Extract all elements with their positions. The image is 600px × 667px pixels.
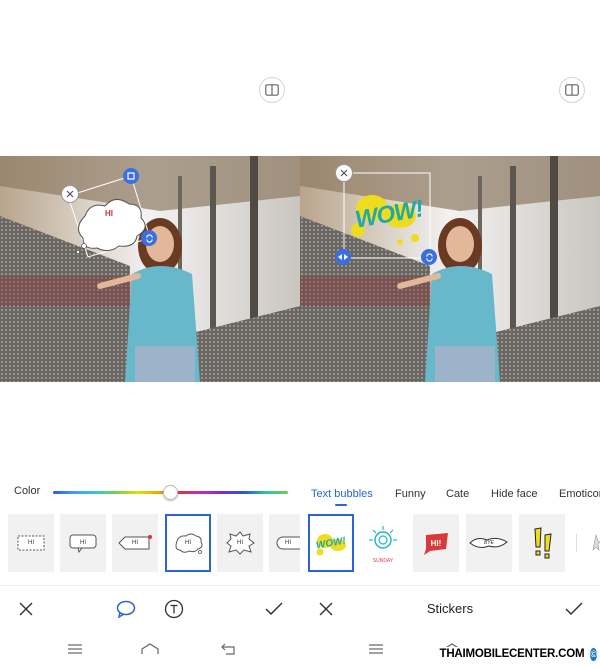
screens: HI Color HI HI HI HI HI HI WOW! Text bub… [0,0,600,667]
sticker-thumb-selected[interactable]: WOW! [308,514,354,572]
compare-button[interactable] [259,77,285,103]
flip-handle[interactable] [335,249,351,265]
bubble-style-thumb[interactable]: HI [269,514,300,572]
bubble-editor-toolbar [0,585,300,631]
menu-button[interactable] [65,639,85,659]
check-icon [565,602,583,616]
close-icon [66,190,74,198]
rotate-icon [145,233,153,243]
tab-cate[interactable]: Cate [446,488,469,500]
square-icon [127,172,135,180]
watermark-text: THAIMOBILECENTER.COM [436,647,588,661]
check-icon [265,602,283,616]
bubble-thumb-label: HI [132,540,138,546]
sticker-thumb-label: SUNDAY [372,558,394,564]
rotate-handle[interactable] [421,249,437,265]
sticker-thumb-label: BYE [483,540,494,546]
bubble-thumb-label: HI [80,540,86,546]
bubble-style-thumb-selected[interactable]: HI [165,514,211,572]
home-button[interactable] [140,639,160,659]
sticker-thumb-label: HI! [430,538,442,548]
menu-icon [369,644,383,654]
bubble-style-thumb[interactable]: HI [8,514,54,572]
tab-hide-face[interactable]: Hide face [491,488,537,500]
tab-emoticon[interactable]: Emoticon [559,488,600,500]
copyright-icon: © [590,647,597,661]
photo-canvas[interactable]: HI [0,156,300,382]
bubble-thumb-label: HI [28,540,34,546]
close-icon [340,169,348,177]
color-label: Color [14,485,41,497]
sticker-thumb[interactable]: SUNDAY [360,514,406,572]
stickers-editor-screen: WOW! Text bubbles Funny Cate Hide face E… [300,0,600,667]
sticker-thumb-label: !! [542,543,543,544]
color-picker-row: Color [0,482,300,504]
star-sticker-icon [592,533,600,551]
bubble-text[interactable]: HI [105,209,113,218]
watermark: THAIMOBILECENTER.COM © [436,642,600,666]
style-handle[interactable] [123,168,139,184]
list-divider [576,534,577,552]
confirm-button[interactable] [263,598,285,620]
confirm-button[interactable] [563,598,585,620]
sun-sticker-icon [369,526,397,549]
menu-button[interactable] [366,639,386,659]
stickers-toolbar: Stickers [300,585,600,631]
sticker-thumb[interactable]: HI! [413,514,459,572]
rotate-icon [425,252,433,262]
tab-text-bubbles[interactable]: Text bubbles [311,488,373,500]
active-tab-indicator [335,504,347,506]
back-button[interactable] [219,639,239,659]
color-slider-knob[interactable] [163,485,178,500]
rotate-handle[interactable] [141,230,157,246]
text-mode-button[interactable] [163,598,185,620]
flip-icon [338,254,348,260]
close-icon [19,602,33,616]
stickers-title: Stickers [426,601,474,616]
delete-handle[interactable] [335,164,353,182]
sticker-selection-overlay [343,172,431,259]
menu-icon [68,644,82,654]
bubble-thumb-label: HI [237,540,243,546]
bubble-style-thumb[interactable]: HI [60,514,106,572]
bubble-style-thumb[interactable]: HI [112,514,158,572]
compare-icon [265,84,279,96]
bubble-style-list: HI HI HI HI HI HI [0,514,300,572]
home-icon [141,643,159,654]
bubble-thumb-label: HI [185,540,191,546]
text-circle-icon [164,599,184,619]
delete-handle[interactable] [61,185,79,203]
back-icon [221,643,235,655]
bubble-selection-overlay [67,175,151,258]
cancel-button[interactable] [15,598,37,620]
photo-canvas[interactable]: WOW! [300,156,600,382]
bubble-thumb-label: HI [285,540,291,546]
tab-funny[interactable]: Funny [395,488,426,500]
sticker-thumb[interactable]: BYE [466,514,512,572]
text-bubble-editor-screen: HI Color HI HI HI HI HI HI [0,0,300,667]
bubble-mode-button[interactable] [115,598,137,620]
compare-icon [565,84,579,96]
speech-bubble-icon [116,600,136,618]
sticker-thumb[interactable]: !! [519,514,565,572]
compare-button[interactable] [559,77,585,103]
sticker-list: WOW! SUNDAY HI! BYE [300,514,600,572]
system-nav-bar [0,631,300,667]
bubble-style-thumb[interactable]: HI [217,514,263,572]
sticker-category-tabs: Text bubbles Funny Cate Hide face Emotic… [300,486,600,506]
sticker-thumb-partial[interactable] [586,514,600,572]
